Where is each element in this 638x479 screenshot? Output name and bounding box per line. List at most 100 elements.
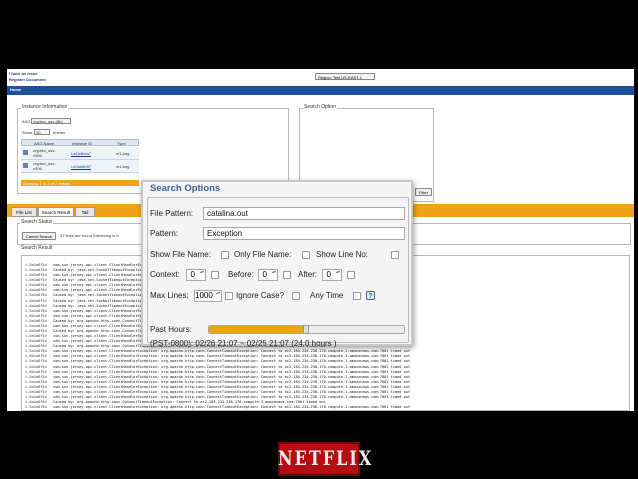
- log-instance-prefix: i-0a4a8f5d: [25, 273, 47, 278]
- search-status-text: 37 lines are found Streaming is d: [60, 233, 119, 238]
- log-text: com.sun.jersey.api.client.ClientHandlerE…: [46, 384, 411, 389]
- search-option-legend: Search Option: [303, 104, 337, 110]
- log-instance-prefix: i-0a4a8f5d: [25, 308, 47, 313]
- log-text: com.sun.jersey.api.client.ClientHandlerE…: [46, 359, 411, 364]
- entries-label: entries: [53, 130, 66, 135]
- log-instance-prefix: i-0a4a8f5d: [25, 405, 47, 409]
- log-instance-prefix: i-0a4a8f5d: [25, 293, 47, 298]
- search-result-legend: Search Result: [20, 245, 54, 251]
- log-text: com.sun.jersey.api.client.ClientHandlerE…: [46, 395, 411, 400]
- brand-name: NETFLIX: [278, 447, 374, 470]
- log-instance-prefix: i-0a4a8f5d: [25, 313, 47, 318]
- log-instance-prefix: i-0a4a8f5d: [25, 384, 47, 389]
- table-header: ASG Name Instance ID Type: [21, 139, 139, 146]
- log-instance-prefix: i-0a4a8f5d: [25, 278, 47, 283]
- log-text: com.sun.jersey.api.client.ClientHandlerE…: [46, 405, 411, 409]
- log-line: i-0a4a8f5d com.sun.jersey.api.client.Cli…: [25, 405, 625, 409]
- page-size-value: 10: [36, 130, 41, 135]
- log-text: com.sun.jersey.api.client.ClientHandlerE…: [46, 374, 411, 379]
- after-stepper[interactable]: 0: [322, 269, 342, 281]
- log-instance-prefix: i-0a4a8f5d: [25, 288, 47, 293]
- tab-tail[interactable]: Tail: [75, 207, 95, 217]
- col-asg-name[interactable]: ASG Name: [34, 141, 54, 146]
- any-time-label: Any Time: [310, 291, 344, 300]
- context-label: Context:: [150, 270, 180, 279]
- row-instance-link[interactable]: i-e2ab8b97: [71, 164, 91, 169]
- log-instance-prefix: i-0a4a8f5d: [25, 369, 47, 374]
- ignore-case-checkbox[interactable]: [292, 292, 300, 300]
- help-icon[interactable]: ?: [366, 291, 375, 300]
- before-stepper[interactable]: 0: [258, 269, 278, 281]
- col-type[interactable]: Type: [117, 141, 126, 146]
- tab-search-result[interactable]: Search Result: [38, 207, 74, 217]
- context-stepper[interactable]: 0: [186, 269, 206, 281]
- log-instance-prefix: i-0a4a8f5d: [25, 359, 47, 364]
- asg-select[interactable]: cryptex_asv-(ffb): [31, 118, 71, 124]
- slider-handle[interactable]: [303, 325, 309, 334]
- col-instance-id[interactable]: Instance ID: [72, 141, 92, 146]
- app-screen: I have an issue Register Document Region…: [7, 69, 634, 411]
- past-hours-fill: [209, 326, 303, 333]
- log-text: Caused by: org.apache.http.conn.ConnectT…: [46, 400, 326, 405]
- nav-home[interactable]: Home: [10, 87, 21, 92]
- log-instance-prefix: i-0a4a8f5d: [25, 389, 47, 394]
- asg-select-value: cryptex_asv-(ffb): [33, 119, 63, 124]
- log-instance-prefix: i-0a4a8f5d: [25, 339, 47, 344]
- past-hours-label: Past Hours:: [150, 325, 192, 334]
- asg-label: ASG: [22, 119, 31, 124]
- any-time-checkbox[interactable]: [353, 292, 361, 300]
- table-row[interactable]: cryptex_asv-v006 i-a1b4b6a7 m1.larg: [21, 147, 139, 160]
- log-instance-prefix: i-0a4a8f5d: [25, 344, 47, 349]
- log-instance-prefix: i-0a4a8f5d: [25, 298, 47, 303]
- only-file-name-label: Only File Name:: [234, 250, 292, 259]
- row-instance-link[interactable]: i-a1b4b6a7: [71, 151, 91, 156]
- past-hours-slider[interactable]: [208, 325, 405, 334]
- log-text: com.sun.jersey.api.client.ClientHandlerE…: [46, 369, 411, 374]
- region-select[interactable]: Region: Test US-EAST-1: [315, 73, 375, 80]
- filter-button[interactable]: Filter: [415, 188, 432, 196]
- log-text: com.sun.jersey.api.client.ClientHandlerE…: [46, 364, 411, 369]
- log-instance-prefix: i-0a4a8f5d: [25, 400, 47, 405]
- after-label: After:: [298, 270, 318, 279]
- max-lines-stepper[interactable]: 1000: [194, 290, 222, 302]
- netflix-logo: NETFLIX: [278, 442, 374, 476]
- context-checkbox[interactable]: [211, 271, 219, 279]
- cancel-search-button[interactable]: Cancel Search: [22, 232, 56, 240]
- show-line-no-checkbox[interactable]: [391, 251, 399, 259]
- log-instance-prefix: i-0a4a8f5d: [25, 323, 47, 328]
- pattern-input[interactable]: Exception: [203, 227, 405, 240]
- after-checkbox[interactable]: [347, 271, 355, 279]
- instance-info-legend: Instance Information: [21, 104, 69, 110]
- tab-file-list[interactable]: File List: [11, 207, 37, 217]
- file-pattern-input[interactable]: catalina.out: [203, 207, 405, 220]
- search-options-title: Search Options: [150, 183, 221, 194]
- time-range-text: (PST-0800): 02/26 21:07 ~ 02/25 21:07 (2…: [150, 339, 337, 348]
- page-size-select[interactable]: 10: [34, 129, 50, 135]
- row-select-icon[interactable]: [23, 163, 28, 168]
- search-options-callout: Search Options File Pattern: catalina.ou…: [141, 180, 413, 348]
- pattern-label: Pattern:: [150, 229, 179, 238]
- show-file-name-checkbox[interactable]: [221, 251, 229, 259]
- max-lines-checkbox[interactable]: [225, 292, 233, 300]
- issue-link[interactable]: I have an issue: [9, 71, 37, 76]
- log-instance-prefix: i-0a4a8f5d: [25, 349, 47, 354]
- show-file-name-label: Show File Name:: [150, 250, 211, 259]
- row-select-icon[interactable]: [23, 150, 28, 155]
- row-asg-name: cryptex_asv-v006: [33, 148, 56, 158]
- table-footer: Showing 1 to 2 of 2 entries: [21, 180, 139, 186]
- only-file-name-checkbox[interactable]: [302, 251, 310, 259]
- file-pattern-label: File Pattern:: [150, 209, 194, 218]
- show-label: Show: [22, 130, 33, 135]
- log-instance-prefix: i-0a4a8f5d: [25, 379, 47, 384]
- ignore-case-label: Ignore Case?: [236, 291, 285, 300]
- table-row[interactable]: cryptex_asv-v006 i-e2ab8b97 m1.larg: [21, 160, 139, 173]
- nav-bar: Home: [7, 86, 634, 95]
- before-label: Before:: [228, 270, 254, 279]
- log-instance-prefix: i-0a4a8f5d: [25, 318, 47, 323]
- before-checkbox[interactable]: [283, 271, 291, 279]
- log-text: com.sun.jersey.api.client.ClientHandlerE…: [46, 389, 411, 394]
- row-type: m1.larg: [116, 151, 130, 156]
- log-instance-prefix: i-0a4a8f5d: [25, 303, 47, 308]
- register-link[interactable]: Register Document: [9, 77, 46, 82]
- search-status-legend: Search Status: [20, 219, 54, 225]
